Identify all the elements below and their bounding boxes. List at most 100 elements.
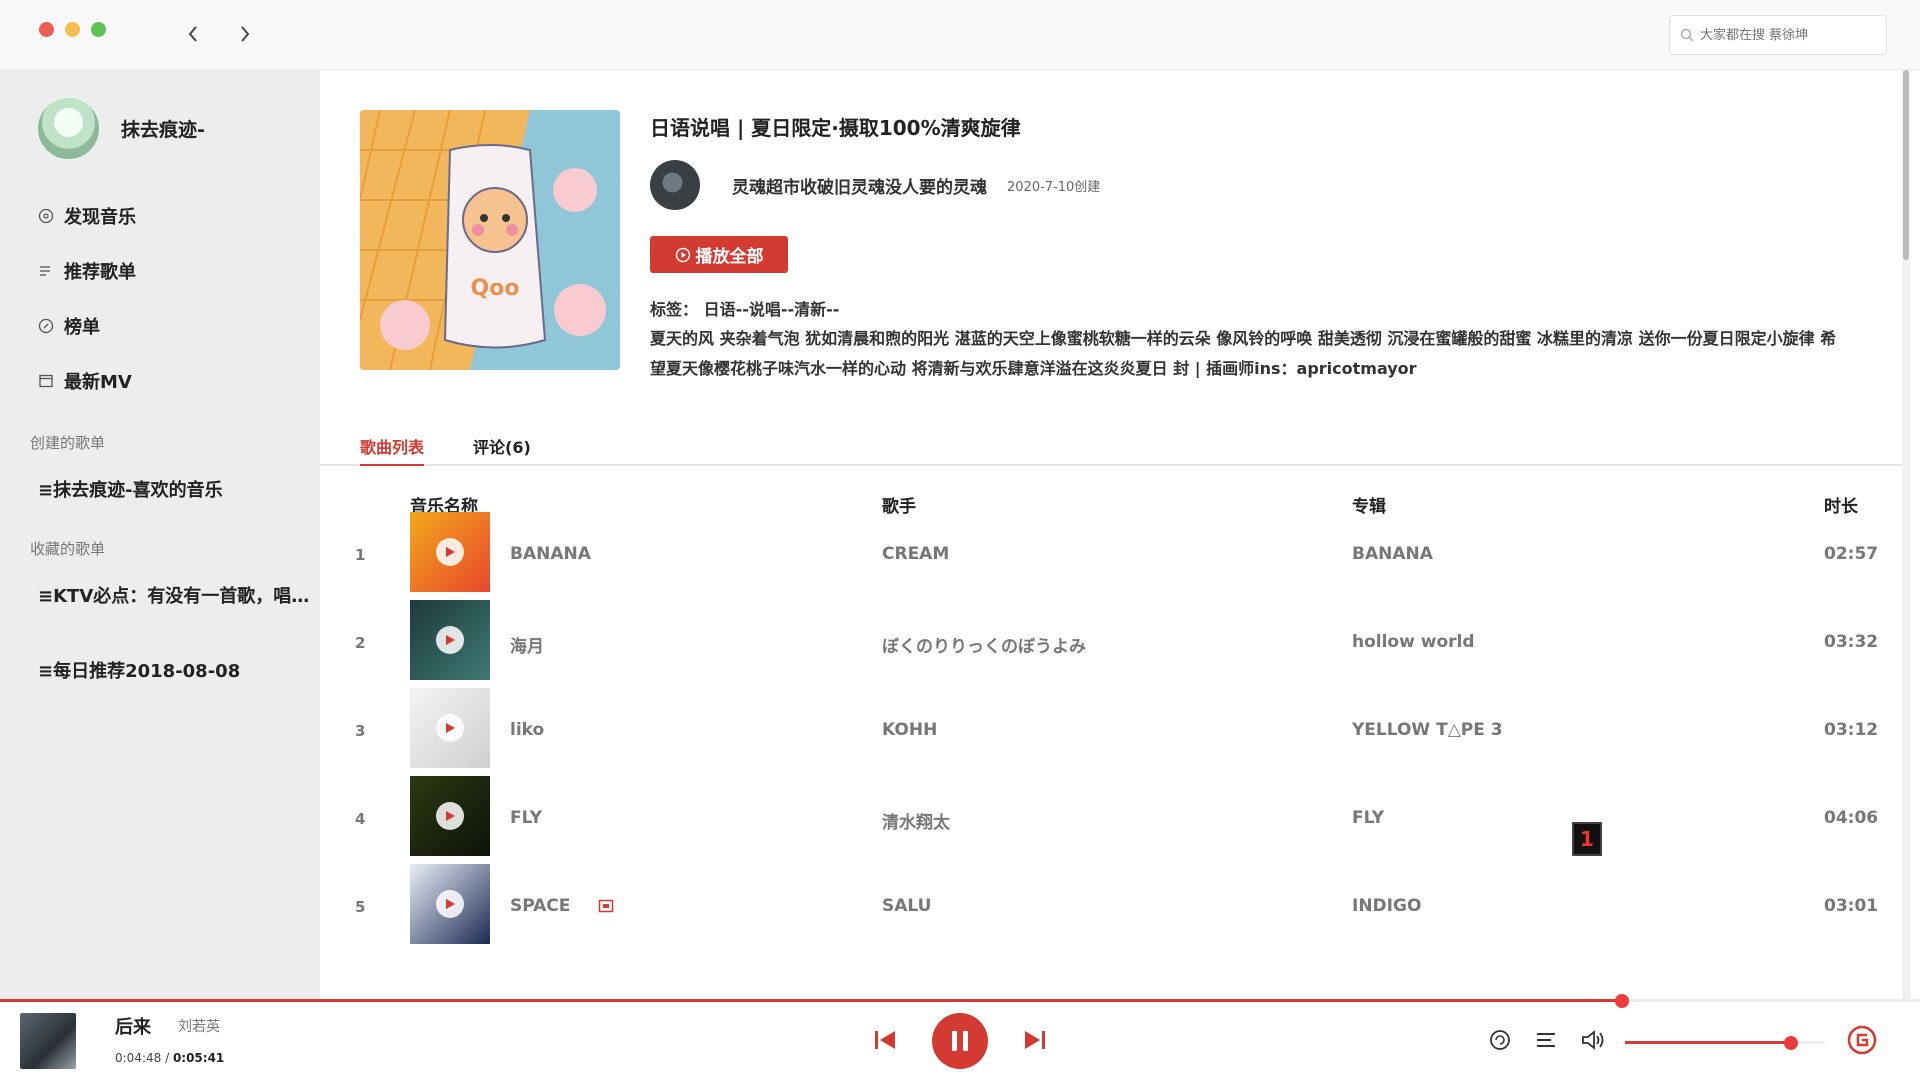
- table-row[interactable]: 2 海月 ぼくのりりっくのぼうよみ hollow world 03:32: [320, 600, 1910, 680]
- song-number: 1: [355, 546, 366, 564]
- avatar[interactable]: [36, 96, 101, 161]
- volume-slider[interactable]: [1625, 1036, 1825, 1050]
- playlist-tags: 标签： 日语--说唱--清新--: [650, 296, 839, 320]
- song-artist[interactable]: CREAM: [882, 544, 949, 564]
- song-number: 3: [355, 722, 366, 740]
- lyrics-button[interactable]: [1847, 1025, 1877, 1055]
- sidebar-playlist-daily[interactable]: ≡每日推荐2018-08-08: [38, 657, 310, 683]
- sidebar-playlist-ktv[interactable]: ≡KTV必点：有没有一首歌，唱出你的心声: [38, 582, 310, 608]
- song-number: 5: [355, 898, 366, 916]
- song-album[interactable]: hollow world: [1352, 632, 1475, 652]
- creator-info: 灵魂超市收破旧灵魂没人要的灵魂 2020-7-10创建: [650, 160, 1100, 210]
- progress-knob[interactable]: [1615, 994, 1630, 1008]
- song-album[interactable]: INDIGO: [1352, 896, 1421, 916]
- previous-button[interactable]: [870, 1025, 900, 1055]
- sidebar-item-label: 最新MV: [64, 372, 132, 393]
- song-album[interactable]: YELLOW T△PE 3: [1352, 720, 1503, 740]
- creator-avatar[interactable]: [650, 160, 700, 210]
- search-input[interactable]: [1700, 27, 1880, 43]
- next-button[interactable]: [1020, 1025, 1050, 1055]
- song-thumbnail[interactable]: [410, 512, 490, 592]
- song-album[interactable]: FLY: [1352, 808, 1384, 828]
- time-separator: /: [161, 1051, 173, 1065]
- now-playing-cover[interactable]: [20, 1013, 76, 1069]
- playlist-queue-button[interactable]: [1531, 1025, 1561, 1055]
- mv-icon[interactable]: [598, 898, 614, 918]
- table-row[interactable]: 4 FLY 清水翔太 FLY 04:06: [320, 776, 1910, 856]
- song-album[interactable]: BANANA: [1352, 544, 1433, 564]
- playlist-description: 夏天的风 夹杂着气泡 犹如清晨和煦的阳光 湛蓝的天空上像蜜桃软糖一样的云朵 像风…: [650, 329, 1837, 378]
- song-thumbnail[interactable]: [410, 600, 490, 680]
- table-row[interactable]: 3 liko KOHH YELLOW T△PE 3 03:12: [320, 688, 1910, 768]
- current-time: 0:04:48: [115, 1051, 162, 1065]
- forward-button[interactable]: [231, 20, 259, 48]
- table-row[interactable]: 1 BANANA CREAM BANANA 02:57: [320, 512, 1910, 592]
- tags-label: 标签：: [650, 300, 699, 319]
- created-date: 2020-7-10创建: [1007, 179, 1101, 195]
- song-artist[interactable]: 清水翔太: [882, 808, 950, 833]
- sidebar-item-recommended[interactable]: 推荐歌单: [38, 258, 136, 284]
- play-icon[interactable]: [436, 626, 464, 654]
- song-duration: 02:57: [1824, 544, 1879, 564]
- song-thumbnail[interactable]: [410, 776, 490, 856]
- floating-badge[interactable]: 1: [1572, 822, 1602, 856]
- play-icon[interactable]: [436, 802, 464, 830]
- search-box[interactable]: [1669, 15, 1887, 55]
- playlist-icon: ≡: [38, 480, 54, 501]
- song-duration: 04:06: [1824, 808, 1879, 828]
- pause-button[interactable]: [932, 1013, 988, 1069]
- sidebar-item-discover[interactable]: 发现音乐: [38, 203, 136, 229]
- volume-icon: [1582, 1030, 1604, 1050]
- song-name: FLY: [510, 808, 543, 828]
- skip-next-icon: [1025, 1031, 1045, 1049]
- scrollbar[interactable]: [1902, 70, 1910, 1000]
- total-time: 0:05:41: [172, 1051, 225, 1065]
- song-artist[interactable]: KOHH: [882, 720, 937, 740]
- sidebar-item-mv[interactable]: 最新MV: [38, 368, 132, 394]
- song-number: 4: [355, 810, 366, 828]
- progress-bar[interactable]: [0, 994, 1920, 1008]
- close-window-button[interactable]: [39, 22, 54, 37]
- loop-mode-button[interactable]: [1485, 1025, 1515, 1055]
- playlist-cover: Qoo: [360, 110, 620, 370]
- play-icon[interactable]: [436, 890, 464, 918]
- tab-bar: 歌曲列表 评论(6): [320, 430, 1910, 466]
- lyrics-icon: [1847, 1025, 1877, 1055]
- back-button[interactable]: [179, 20, 207, 48]
- song-duration: 03:32: [1824, 632, 1879, 652]
- sidebar: 抹去痕迹- 发现音乐 推荐歌单 榜单 最新MV 创建的歌单 ≡抹去痕迹-喜欢的音…: [0, 70, 320, 1000]
- sidebar-playlist-liked[interactable]: ≡抹去痕迹-喜欢的音乐: [38, 476, 310, 502]
- title-bar: [0, 0, 1920, 70]
- tab-songs[interactable]: 歌曲列表: [360, 434, 425, 466]
- song-name: 海月: [510, 637, 544, 657]
- scrollbar-thumb[interactable]: [1903, 70, 1909, 260]
- play-icon[interactable]: [436, 538, 464, 566]
- now-playing-title: 后来: [115, 1017, 151, 1038]
- playlist-icon: [40, 266, 50, 276]
- playlist-icon: ≡: [38, 661, 54, 682]
- search-icon: [1680, 28, 1694, 42]
- now-playing-artist: 刘若英: [178, 1019, 220, 1035]
- song-thumbnail[interactable]: [410, 864, 490, 944]
- creator-name[interactable]: 灵魂超市收破旧灵魂没人要的灵魂: [732, 173, 987, 198]
- table-row[interactable]: 5 SPACE SALU INDIGO 03:01: [320, 864, 1910, 944]
- sidebar-item-charts[interactable]: 榜单: [38, 313, 100, 339]
- song-artist[interactable]: ぼくのりりっくのぼうよみ: [882, 632, 1086, 657]
- maximize-window-button[interactable]: [91, 22, 106, 37]
- chart-icon: [38, 318, 54, 334]
- sidebar-item-label: 发现音乐: [64, 207, 136, 228]
- loop-icon: [1490, 1030, 1510, 1050]
- song-artist[interactable]: SALU: [882, 896, 931, 916]
- volume-knob[interactable]: [1784, 1036, 1798, 1050]
- user-profile[interactable]: 抹去痕迹-: [36, 96, 205, 161]
- song-duration: 03:01: [1824, 896, 1879, 916]
- volume-button[interactable]: [1578, 1025, 1608, 1055]
- player-bar: 后来 刘若英 0:04:48 / 0:05:41: [0, 994, 1920, 1080]
- user-name: 抹去痕迹-: [121, 119, 205, 141]
- play-icon[interactable]: [436, 714, 464, 742]
- play-all-button[interactable]: 播放全部: [650, 236, 788, 273]
- song-thumbnail[interactable]: [410, 688, 490, 768]
- disc-icon: [38, 208, 54, 224]
- minimize-window-button[interactable]: [65, 22, 80, 37]
- tab-comments[interactable]: 评论(6): [473, 434, 531, 464]
